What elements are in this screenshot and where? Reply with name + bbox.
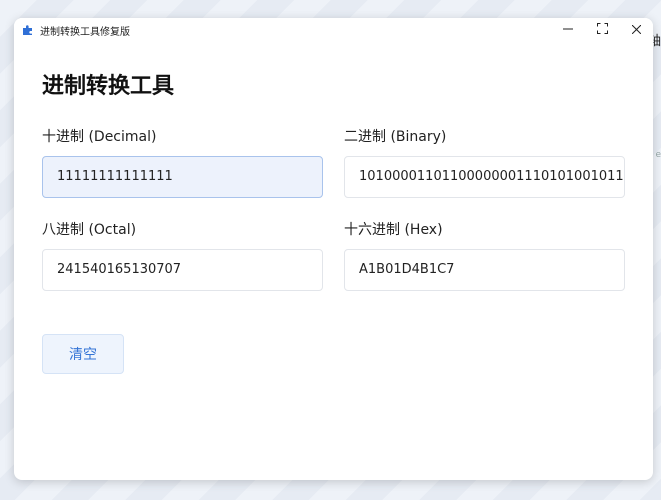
title-bar[interactable]: 进制转换工具修复版	[14, 18, 653, 42]
clear-button[interactable]: 清空	[42, 334, 124, 374]
hex-field-group: 十六进制 (Hex) A1B01D4B1C7	[344, 219, 625, 291]
page-title: 进制转换工具	[42, 74, 175, 99]
close-button[interactable]	[619, 18, 653, 42]
binary-field-group: 二进制 (Binary) 101000011011000000011101010…	[344, 126, 625, 198]
decimal-input[interactable]: 11111111111111	[42, 156, 323, 198]
binary-label: 二进制 (Binary)	[344, 129, 447, 145]
main-content: 进制转换工具 十进制 (Decimal) 11111111111111 二进制 …	[42, 72, 625, 374]
decimal-field-group: 十进制 (Decimal) 11111111111111	[42, 126, 323, 198]
window-title: 进制转换工具修复版	[40, 26, 130, 38]
octal-field-group: 八进制 (Octal) 241540165130707	[42, 219, 323, 291]
octal-input[interactable]: 241540165130707	[42, 249, 323, 291]
minimize-icon	[563, 24, 573, 37]
hex-input[interactable]: A1B01D4B1C7	[344, 249, 625, 291]
binary-input[interactable]: 10100001101100000001110101001011000111	[344, 156, 625, 198]
close-icon	[631, 24, 641, 37]
maximize-button[interactable]	[585, 18, 619, 42]
app-window: 进制转换工具修复版 进制转换工具 十进制 (Decimal) 111111111…	[14, 18, 653, 480]
octal-label: 八进制 (Octal)	[42, 222, 137, 238]
decimal-label: 十进制 (Decimal)	[42, 129, 157, 145]
minimize-button[interactable]	[551, 18, 585, 42]
hex-label: 十六进制 (Hex)	[344, 222, 443, 238]
background-text-3: e	[655, 150, 661, 160]
maximize-icon	[596, 23, 608, 37]
puzzle-icon	[22, 24, 34, 36]
window-controls	[551, 18, 653, 42]
